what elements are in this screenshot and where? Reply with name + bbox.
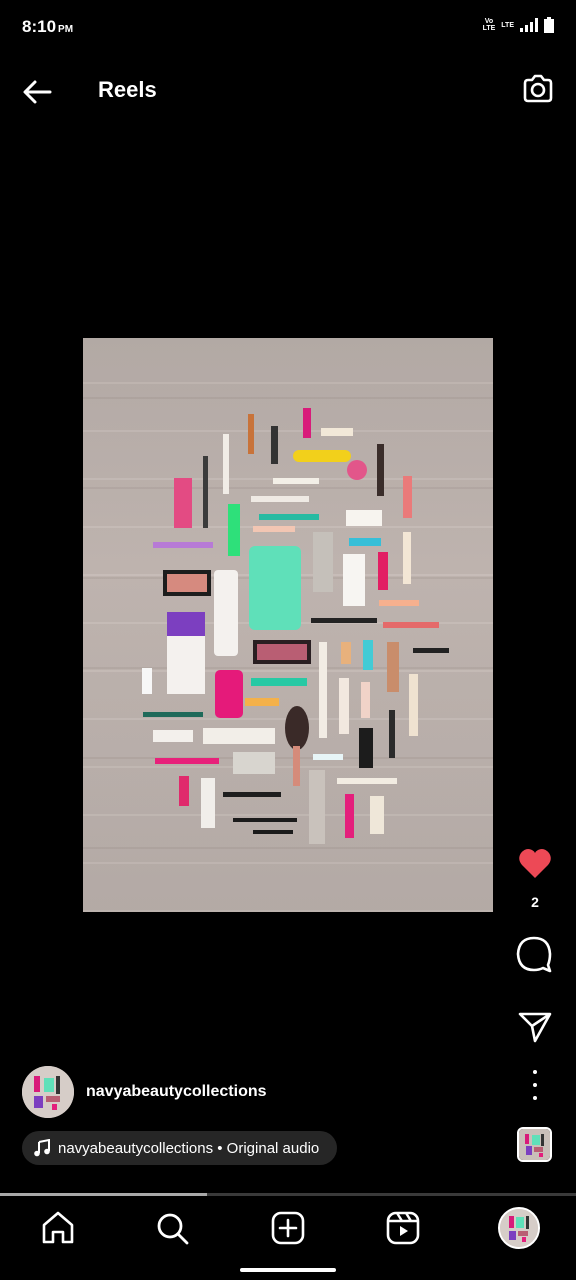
comment-button[interactable]: [514, 934, 554, 974]
more-options-button[interactable]: [524, 1070, 546, 1100]
status-time-text: 8:10: [22, 17, 57, 36]
search-icon: [157, 1213, 189, 1245]
profile-avatar-image: [500, 1209, 538, 1247]
status-icons: Vo LTE LTE: [483, 17, 554, 33]
heart-icon: [519, 849, 551, 878]
progress-fill: [0, 1193, 208, 1196]
music-note-icon: [34, 1139, 50, 1157]
more-dot: [533, 1096, 537, 1100]
nav-home-button[interactable]: [38, 1208, 78, 1248]
nav-search-button[interactable]: [152, 1208, 192, 1248]
audio-thumbnail[interactable]: [517, 1127, 552, 1162]
battery-icon: [544, 17, 554, 33]
send-icon: [518, 1012, 552, 1043]
more-dot: [533, 1070, 537, 1074]
camera-icon: [523, 74, 553, 103]
share-button[interactable]: [516, 1008, 554, 1046]
audio-thumbnail-image: [519, 1129, 550, 1160]
status-ampm: PM: [58, 24, 74, 35]
nav-create-button[interactable]: [268, 1208, 308, 1248]
avatar[interactable]: [22, 1066, 74, 1118]
comment-icon: [516, 936, 552, 973]
arrow-left-icon: [23, 80, 52, 104]
home-indicator[interactable]: [240, 1268, 336, 1272]
home-icon: [42, 1211, 74, 1244]
username[interactable]: navyabeautycollections: [86, 1083, 267, 1101]
audio-label: navyabeautycollections • Original audio: [58, 1139, 320, 1157]
like-count: 2: [531, 894, 539, 910]
reel-photo[interactable]: [83, 338, 493, 912]
plus-square-icon: [271, 1211, 305, 1245]
nav-reels-button[interactable]: [383, 1208, 423, 1248]
back-button[interactable]: [20, 74, 56, 110]
status-time: 8:10 PM: [22, 17, 73, 37]
reels-icon: [386, 1211, 420, 1245]
audio-pill[interactable]: navyabeautycollections • Original audio: [22, 1131, 338, 1165]
lte-indicator: LTE: [501, 21, 514, 29]
volte-indicator: Vo LTE: [482, 18, 496, 32]
page-title: Reels: [98, 77, 157, 102]
camera-button[interactable]: [520, 71, 556, 107]
more-dot: [533, 1083, 537, 1087]
like-button[interactable]: [516, 844, 554, 882]
cosmetics-flatlay-image: [83, 397, 493, 849]
signal-icon: [520, 18, 538, 32]
avatar-image: [22, 1066, 74, 1118]
nav-profile-button[interactable]: [498, 1207, 540, 1249]
